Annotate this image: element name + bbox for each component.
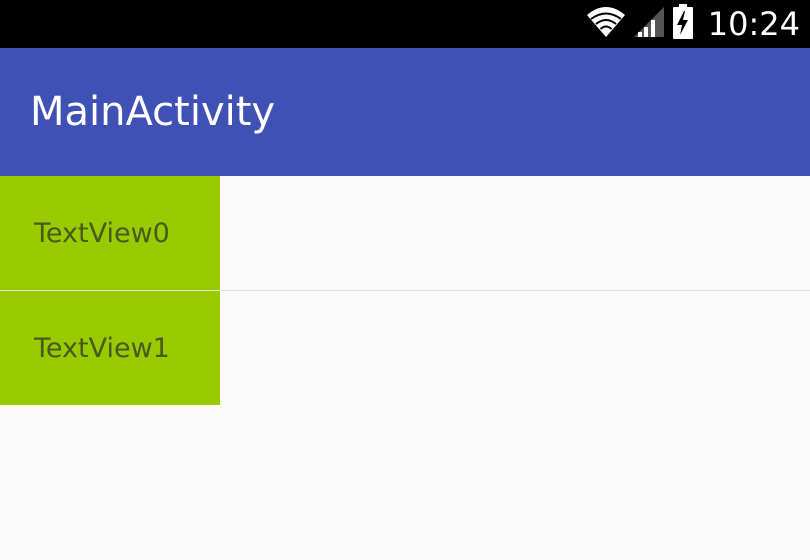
app-title: MainActivity [30, 89, 276, 135]
battery-charging-icon [672, 4, 694, 44]
text-view-1[interactable]: TextView1 [0, 291, 220, 405]
app-bar: MainActivity [0, 48, 810, 176]
status-bar: 10:24 [0, 0, 810, 48]
text-view-0[interactable]: TextView0 [0, 176, 220, 290]
list-item[interactable]: TextView1 [0, 291, 810, 405]
status-icons: 10:24 [586, 0, 800, 48]
status-clock: 10:24 [707, 5, 800, 43]
list-view[interactable]: TextView0 TextView1 [0, 176, 810, 405]
wifi-icon [586, 5, 626, 43]
text-view-label: TextView1 [34, 332, 170, 364]
list-item[interactable]: TextView0 [0, 176, 810, 291]
app-screen: 10:24 MainActivity TextView0 TextView1 [0, 0, 810, 560]
text-view-label: TextView0 [34, 217, 170, 249]
signal-icon [632, 5, 666, 43]
